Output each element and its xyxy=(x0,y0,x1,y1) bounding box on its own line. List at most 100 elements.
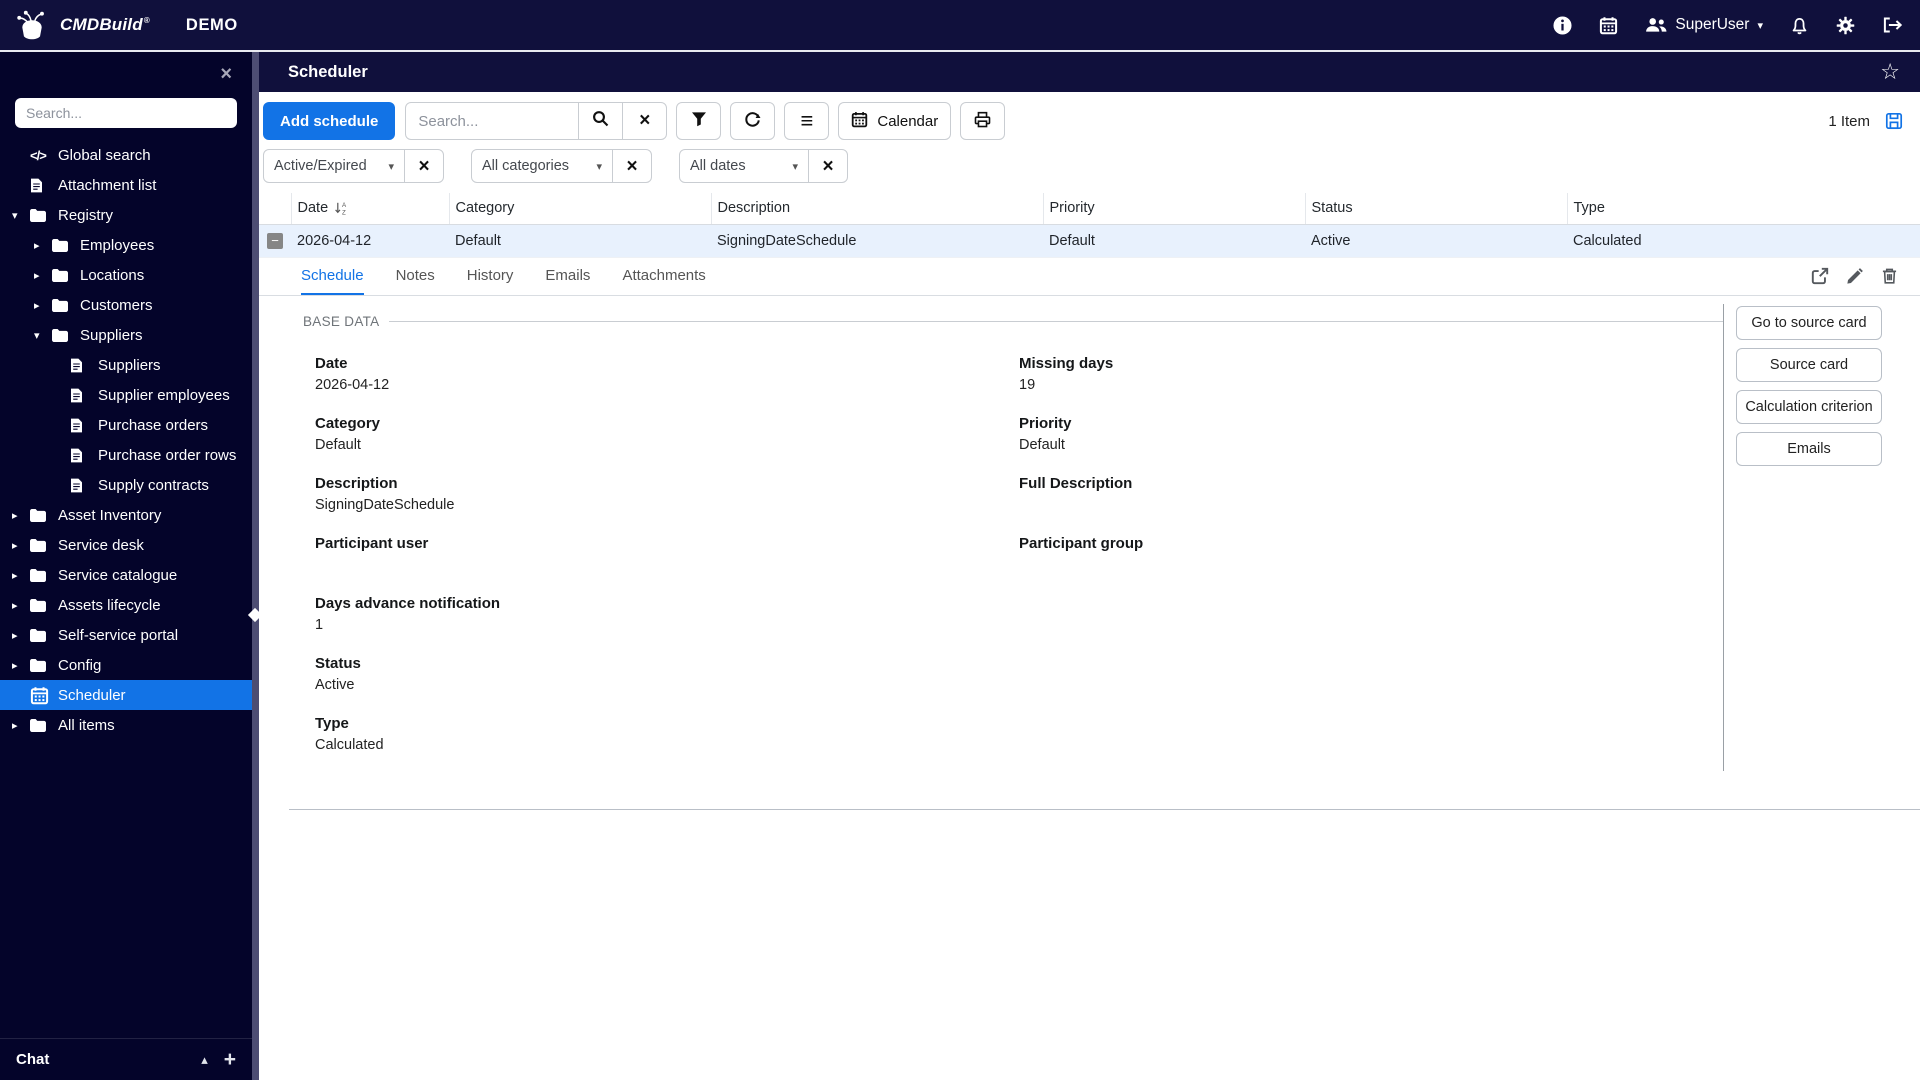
edit-pencil-icon[interactable] xyxy=(1846,267,1864,285)
delete-trash-icon[interactable] xyxy=(1881,267,1898,285)
caret-right-icon[interactable]: ▸ xyxy=(12,659,30,672)
file-icon xyxy=(70,418,89,433)
favorite-star-icon[interactable]: ☆ xyxy=(1880,61,1900,83)
sidebar-item-all-items[interactable]: ▸ All items xyxy=(0,710,252,740)
tab-history[interactable]: History xyxy=(467,258,514,295)
filter-active-expired: Active/Expired ▾ × xyxy=(263,149,444,183)
column-category[interactable]: Category xyxy=(448,193,711,225)
gear-icon[interactable] xyxy=(1836,16,1855,35)
source-card-button[interactable]: Source card xyxy=(1736,347,1882,382)
caret-right-icon[interactable]: ▸ xyxy=(12,569,30,582)
sidebar-item-supply-contracts[interactable]: Supply contracts xyxy=(0,470,252,500)
search-button[interactable] xyxy=(578,102,624,140)
sidebar-item-attachment-list[interactable]: Attachment list xyxy=(0,170,252,200)
field-label: Days advance notification xyxy=(315,594,501,612)
chat-bar[interactable]: Chat ▴ + xyxy=(0,1038,252,1080)
go-to-source-card-button[interactable]: Go to source card xyxy=(1736,305,1882,340)
plus-icon[interactable]: + xyxy=(224,1049,236,1070)
close-sidebar-icon[interactable]: × xyxy=(220,64,232,84)
add-schedule-button[interactable]: Add schedule xyxy=(263,102,396,140)
caret-right-icon[interactable]: ▸ xyxy=(34,299,52,312)
save-grid-icon[interactable] xyxy=(1885,112,1903,130)
refresh-button[interactable] xyxy=(730,102,776,140)
sort-icon: AZ xyxy=(334,201,348,215)
search-input[interactable] xyxy=(405,102,580,140)
calculation-criterion-button[interactable]: Calculation criterion xyxy=(1736,389,1882,424)
column-description[interactable]: Description xyxy=(710,193,1043,225)
sign-out-icon[interactable] xyxy=(1882,16,1902,34)
tab-attachments[interactable]: Attachments xyxy=(622,258,705,295)
column-priority[interactable]: Priority xyxy=(1042,193,1305,225)
clear-filter-button[interactable]: × xyxy=(612,149,652,183)
sidebar-item-suppliers[interactable]: ▾ Suppliers xyxy=(0,320,252,350)
sidebar-item-label: Global search xyxy=(58,146,151,164)
sidebar-item-customers[interactable]: ▸ Customers xyxy=(0,290,252,320)
filter-bar: Active/Expired ▾ × All categories ▾ × All date… xyxy=(259,140,1920,193)
sidebar-item-assets-lifecycle[interactable]: ▸ Assets lifecycle xyxy=(0,590,252,620)
sidebar-item-supplier-employees[interactable]: Supplier employees xyxy=(0,380,252,410)
caret-right-icon[interactable]: ▸ xyxy=(34,269,52,282)
column-status[interactable]: Status xyxy=(1304,193,1567,225)
caret-down-icon: ▾ xyxy=(388,160,394,173)
sidebar-item-locations[interactable]: ▸ Locations xyxy=(0,260,252,290)
table-row[interactable]: −2026-04-12 Default SigningDateSchedule Def… xyxy=(259,224,1920,258)
caret-right-icon[interactable]: ▸ xyxy=(12,509,30,522)
filter-value-dropdown[interactable]: Active/Expired ▾ xyxy=(263,149,405,183)
caret-right-icon[interactable]: ▸ xyxy=(12,719,30,732)
tab-notes[interactable]: Notes xyxy=(396,258,435,295)
open-card-icon[interactable] xyxy=(1811,267,1829,285)
filter-value-dropdown[interactable]: All categories ▾ xyxy=(471,149,613,183)
sidebar-item-service-desk[interactable]: ▸ Service desk xyxy=(0,530,252,560)
close-icon: × xyxy=(639,110,651,131)
sidebar-item-employees[interactable]: ▸ Employees xyxy=(0,230,252,260)
caret-up-icon[interactable]: ▴ xyxy=(201,1052,208,1068)
sidebar-item-service-catalogue[interactable]: ▸ Service catalogue xyxy=(0,560,252,590)
sidebar-item-purchase-orders[interactable]: Purchase orders xyxy=(0,410,252,440)
caret-right-icon[interactable]: ▸ xyxy=(34,239,52,252)
sidebar-item-asset-inventory[interactable]: ▸ Asset Inventory xyxy=(0,500,252,530)
sidebar-item-suppliers[interactable]: Suppliers xyxy=(0,350,252,380)
clear-search-button[interactable]: × xyxy=(622,102,668,140)
caret-right-icon[interactable]: ▸ xyxy=(12,629,30,642)
emails-button[interactable]: Emails xyxy=(1736,431,1882,466)
clear-filter-button[interactable]: × xyxy=(404,149,444,183)
close-icon: × xyxy=(418,155,430,177)
sidebar-item-label: Service catalogue xyxy=(58,566,178,584)
user-menu[interactable]: SuperUser ▾ xyxy=(1645,16,1763,34)
sidebar-item-self-service-portal[interactable]: ▸ Self-service portal xyxy=(0,620,252,650)
filter-value: All categories xyxy=(482,158,570,174)
filter-button[interactable] xyxy=(676,102,722,140)
funnel-icon xyxy=(691,111,707,131)
column-date[interactable]: Date A Z xyxy=(290,193,449,225)
print-button[interactable] xyxy=(960,102,1006,140)
caret-right-icon[interactable]: ▸ xyxy=(12,599,30,612)
sidebar-item-global-search[interactable]: </> Global search xyxy=(0,140,252,170)
menu-button[interactable]: ≡ xyxy=(784,102,830,140)
field-label: Participant user xyxy=(315,534,429,552)
column-type[interactable]: Type xyxy=(1566,193,1920,225)
caret-down-icon[interactable]: ▾ xyxy=(12,209,30,222)
sidebar-item-scheduler[interactable]: Scheduler xyxy=(0,680,252,710)
field-category: Category Default xyxy=(315,415,1019,455)
sidebar-splitter[interactable] xyxy=(247,52,263,1080)
tab-schedule[interactable]: Schedule xyxy=(301,258,364,295)
filter-value-dropdown[interactable]: All dates ▾ xyxy=(679,149,809,183)
sidebar-item-config[interactable]: ▸ Config xyxy=(0,650,252,680)
clear-filter-button[interactable]: × xyxy=(808,149,848,183)
close-icon: × xyxy=(822,155,834,177)
calendar-view-button[interactable]: Calendar xyxy=(838,102,952,140)
folder-icon xyxy=(30,658,49,672)
calendar-icon[interactable] xyxy=(1599,16,1618,35)
sidebar-item-purchase-order-rows[interactable]: Purchase order rows xyxy=(0,440,252,470)
sidebar-item-registry[interactable]: ▾ Registry xyxy=(0,200,252,230)
info-icon[interactable] xyxy=(1553,15,1572,35)
caret-down-icon[interactable]: ▾ xyxy=(34,329,52,342)
tab-emails[interactable]: Emails xyxy=(545,258,590,295)
collapse-row-button[interactable]: − xyxy=(267,232,283,249)
bell-icon[interactable] xyxy=(1790,16,1809,35)
sidebar-item-label: Purchase order rows xyxy=(98,446,237,464)
caret-right-icon[interactable]: ▸ xyxy=(12,539,30,552)
sidebar-item-label: Customers xyxy=(80,296,153,314)
toolbar: Add schedule × ≡ Calendar 1 Item xyxy=(259,92,1920,140)
sidebar-search-input[interactable] xyxy=(15,98,237,128)
